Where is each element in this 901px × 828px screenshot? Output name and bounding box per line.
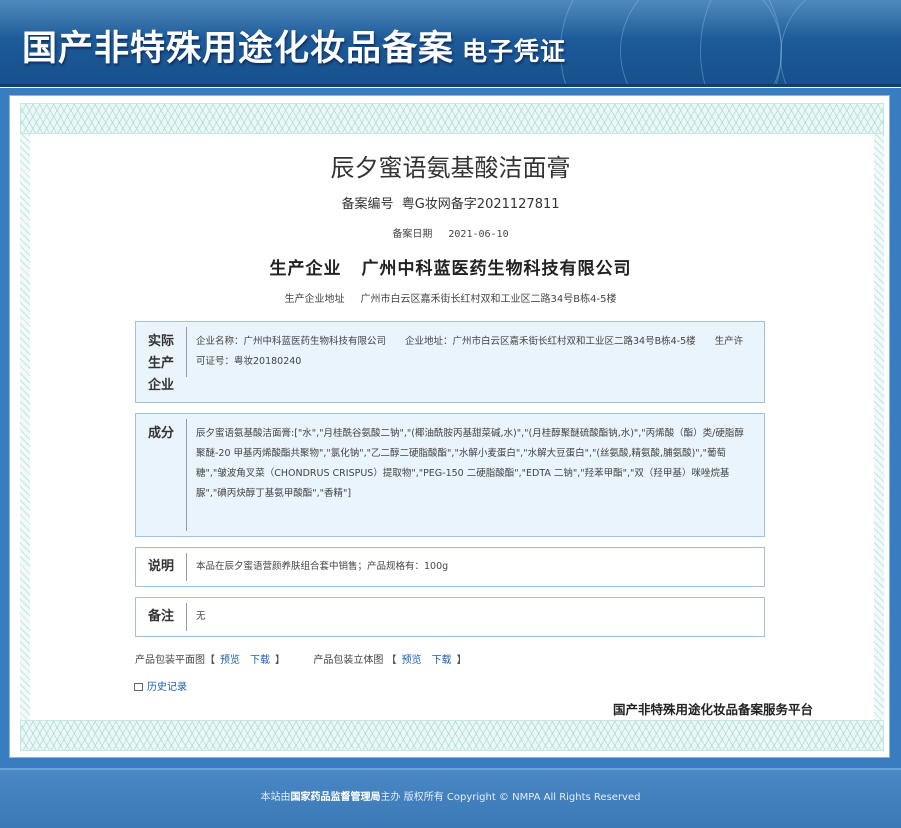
producer-address-label: 生产企业地址	[284, 294, 345, 305]
producer-address-value: 广州市白云区嘉禾街长红村双和工业区二路34号B栋4-5楼	[360, 294, 617, 305]
guilloche-band-top	[20, 103, 884, 134]
window-icon	[134, 683, 143, 691]
page-footer: 本站由国家药品监督管理局主办 版权所有 Copyright © NMPA All…	[0, 768, 901, 828]
history-link-label[interactable]: 历史记录	[147, 682, 187, 693]
header-title-main: 国产非特殊用途化妆品备案	[22, 28, 455, 69]
flat-package-download-link[interactable]: 下载	[250, 655, 270, 666]
guilloche-band-bottom	[20, 720, 884, 751]
section-divider	[186, 419, 187, 531]
registration-date-value: 2021-06-10	[448, 229, 509, 240]
header-bottom-strip	[0, 84, 901, 87]
flat-package-close-bracket: 】	[275, 655, 285, 666]
solid-package-download-link[interactable]: 下载	[432, 655, 452, 666]
history-link[interactable]: 历史记录	[134, 678, 187, 693]
section-divider	[186, 327, 187, 377]
actual-producer-label-line: 企业	[147, 378, 174, 393]
solid-package-close-bracket: 】	[456, 655, 467, 666]
remarks-text: 无	[196, 611, 206, 622]
actual-producer-label-line: 实际	[147, 334, 174, 349]
actual-producer-text: 企业名称：广州中科蓝医药生物科技有限公司 企业地址：广州市白云区嘉禾街长红村双和…	[196, 336, 744, 367]
actual-producer-section: 实际 生产 企业 企业名称：广州中科蓝医药生物科技有限公司 企业地址：广州市白云…	[135, 321, 765, 403]
guilloche-side-left	[20, 134, 30, 720]
header-title-sub: 电子凭证	[462, 37, 567, 66]
flat-package-preview-link[interactable]: 预览	[220, 655, 240, 666]
section-divider	[186, 603, 187, 631]
actual-producer-label: 实际 生产 企业	[136, 331, 186, 397]
package-links: 产品包装平面图【 预览 下载】 产品包装立体图 【预览 下载】	[135, 651, 467, 666]
footer-prefix: 本站由	[260, 792, 291, 803]
flat-package-label: 产品包装平面图【	[135, 655, 215, 666]
registration-number-label: 备案编号	[341, 197, 394, 212]
ingredients-section: 成分 辰夕蜜语氨基酸洁面膏:["水","月桂酰谷氨酸二钠","(椰油酰胺丙基甜菜…	[135, 413, 765, 537]
guilloche-side-right	[874, 134, 884, 720]
producer-address: 生产企业地址 广州市白云区嘉禾街长红村双和工业区二路34号B栋4-5楼	[0, 290, 901, 305]
remarks-section: 备注 无	[135, 597, 765, 637]
page-header: 国产非特殊用途化妆品备案 电子凭证	[0, 0, 901, 87]
footer-copyright: 本站由国家药品监督管理局主办 版权所有 Copyright © NMPA All…	[0, 788, 901, 803]
solid-package-preview-link[interactable]: 预览	[402, 655, 422, 666]
header-decoration-ring	[780, 0, 901, 87]
producer: 生产企业 广州中科蓝医药生物科技有限公司	[0, 254, 901, 279]
ingredients-label: 成分	[147, 426, 174, 441]
footer-suffix: 主办 版权所有 Copyright © NMPA All Rights Rese…	[380, 792, 641, 803]
header-title: 国产非特殊用途化妆品备案 电子凭证	[22, 20, 566, 71]
product-name: 辰夕蜜语氨基酸洁面膏	[330, 154, 571, 182]
registration-number: 备案编号 粤G妆网备字2021127811	[0, 193, 901, 212]
solid-package-label: 产品包装立体图 【	[313, 655, 397, 666]
remarks-label: 备注	[147, 609, 174, 624]
section-divider	[186, 553, 187, 581]
registration-number-value: 粤G妆网备字2021127811	[401, 197, 560, 212]
platform-name: 国产非特殊用途化妆品备案服务平台	[613, 702, 814, 717]
registration-date: 备案日期 2021-06-10	[0, 225, 901, 240]
actual-producer-label-line: 生产	[147, 356, 174, 371]
description-text: 本品在辰夕蜜语营颜养肤组合套中销售；产品规格有：100g	[196, 561, 449, 572]
description-section: 说明 本品在辰夕蜜语营颜养肤组合套中销售；产品规格有：100g	[135, 547, 765, 587]
footer-org-link[interactable]: 国家药品监督管理局	[291, 792, 381, 803]
description-label: 说明	[147, 559, 174, 574]
producer-name: 广州中科蓝医药生物科技有限公司	[361, 259, 632, 279]
registration-date-label: 备案日期	[392, 229, 433, 240]
producer-label: 生产企业	[269, 259, 342, 279]
ingredients-text: 辰夕蜜语氨基酸洁面膏:["水","月桂酰谷氨酸二钠","(椰油酰胺丙基甜菜碱,水…	[196, 428, 744, 499]
